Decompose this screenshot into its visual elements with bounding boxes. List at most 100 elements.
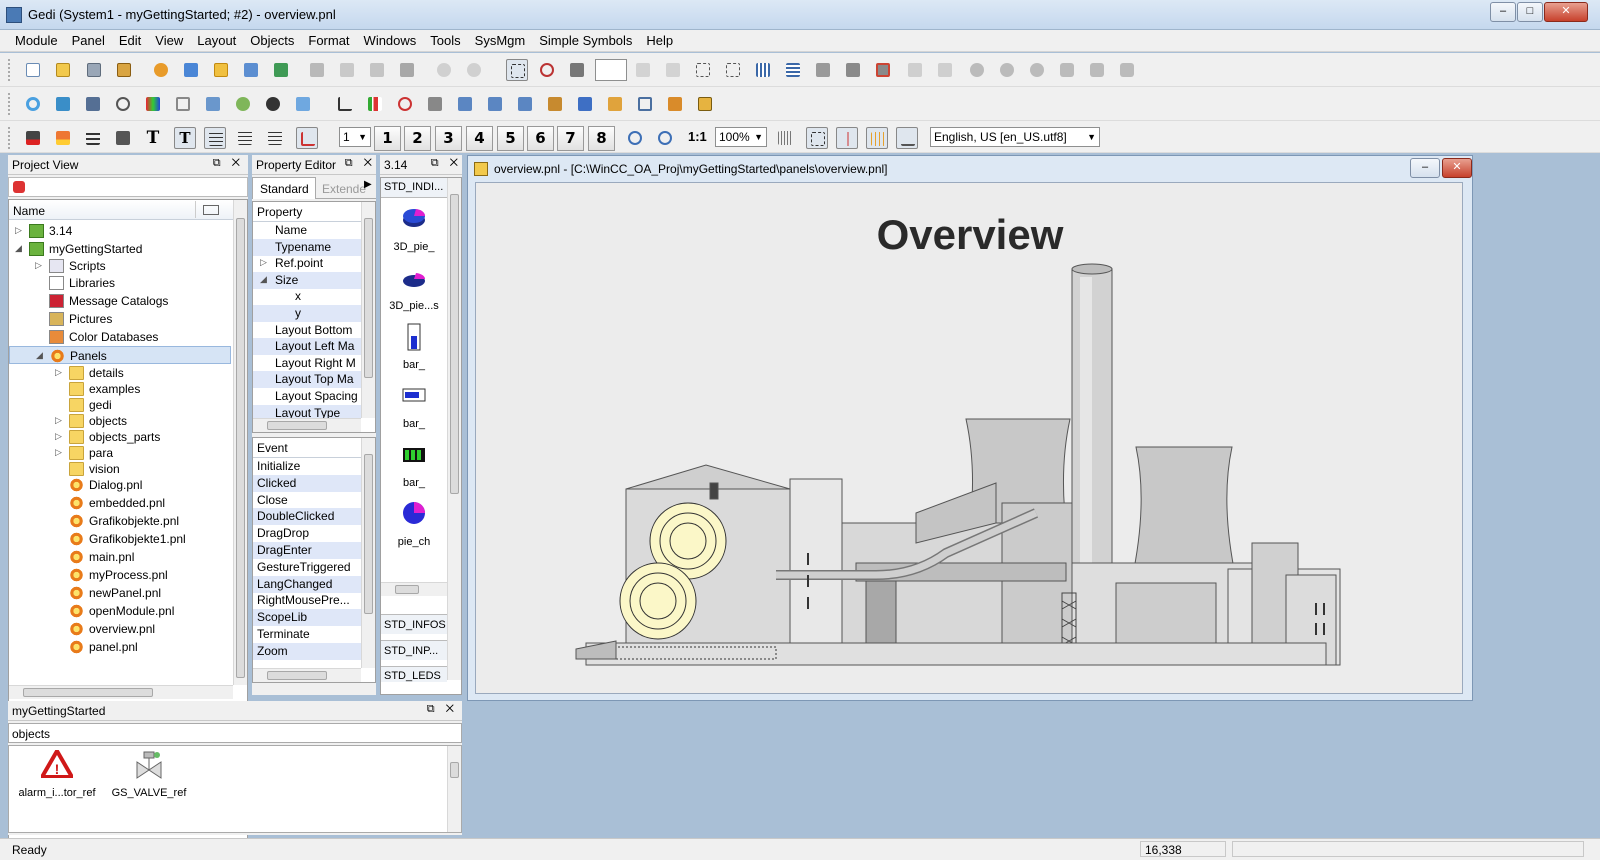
layer-3-button[interactable]: 3: [435, 126, 462, 151]
expand-arrow-icon[interactable]: ▷: [55, 431, 62, 442]
shape-tool-icon[interactable]: [296, 127, 318, 149]
catalog-horizontal-scrollbar[interactable]: [381, 582, 447, 596]
tree-column-header[interactable]: Name: [9, 200, 233, 220]
tree-blue-icon[interactable]: [574, 93, 596, 115]
grid-orange-icon[interactable]: [866, 127, 888, 149]
tree-item-3-14[interactable]: ▷ 3.14: [9, 222, 231, 240]
slider-icon[interactable]: [424, 93, 446, 115]
library-vertical-scrollbar[interactable]: [447, 746, 461, 832]
catalog-group-std-infos[interactable]: STD_INFOS: [381, 614, 447, 634]
catalog-symbol[interactable]: 3D_pie_: [385, 204, 443, 253]
catalog-symbol[interactable]: bar_: [385, 322, 443, 371]
frame-icon[interactable]: [172, 93, 194, 115]
layer-back-icon[interactable]: [996, 59, 1018, 81]
layer-1-button[interactable]: 1: [374, 126, 401, 151]
property-row-layout-left-ma[interactable]: Layout Left Ma: [253, 338, 361, 356]
event-row-clicked[interactable]: Clicked: [253, 474, 361, 492]
layer-top-icon[interactable]: [1086, 59, 1108, 81]
table-object-icon[interactable]: [82, 93, 104, 115]
menu-view[interactable]: View: [148, 30, 190, 51]
property-vertical-scrollbar[interactable]: [361, 202, 375, 418]
property-row-typename[interactable]: Typename: [253, 238, 361, 256]
align-icon[interactable]: [692, 59, 714, 81]
window-object-icon[interactable]: [202, 93, 224, 115]
event-row-zoom[interactable]: Zoom: [253, 642, 361, 660]
scroll-thumb[interactable]: [236, 218, 245, 678]
event-row-doubleclicked[interactable]: DoubleClicked: [253, 508, 361, 526]
layer-6-button[interactable]: 6: [527, 126, 554, 151]
layer-5-button[interactable]: 5: [497, 126, 524, 151]
menu-panel[interactable]: Panel: [65, 30, 112, 51]
catalog-group-std-leds[interactable]: STD_LEDS: [381, 666, 447, 682]
spin-icon[interactable]: [484, 93, 506, 115]
scroll-thumb[interactable]: [450, 762, 459, 778]
property-row-y[interactable]: y: [253, 305, 361, 322]
toolbar-grip[interactable]: [8, 93, 12, 115]
copy-icon[interactable]: [336, 59, 358, 81]
text-tool-icon[interactable]: T: [142, 127, 164, 149]
save-icon[interactable]: [83, 59, 105, 81]
menu-sysmgm[interactable]: SysMgm: [468, 30, 533, 51]
scroll-thumb[interactable]: [395, 585, 419, 594]
open-folder-icon[interactable]: [52, 59, 74, 81]
tree-item-panels[interactable]: ◢ Panels: [9, 346, 231, 364]
maximize-button[interactable]: □: [1517, 2, 1543, 22]
event-row-gesturetriggered[interactable]: GestureTriggered: [253, 559, 361, 576]
tree-item-scripts[interactable]: ▷ Scripts: [9, 257, 231, 275]
property-row-name[interactable]: Name: [253, 222, 361, 239]
event-row-dragenter[interactable]: DragEnter: [253, 542, 361, 559]
menu-simple-symbols[interactable]: Simple Symbols: [532, 30, 639, 51]
tree-item-main-pnl[interactable]: main.pnl: [9, 548, 231, 566]
property-row-layout-spacing[interactable]: Layout Spacing: [253, 388, 361, 405]
clock-icon[interactable]: [112, 93, 134, 115]
catalog-symbol[interactable]: bar_: [385, 440, 443, 489]
grid-dots-icon[interactable]: [774, 127, 796, 149]
catalog-vertical-scrollbar[interactable]: [447, 178, 461, 680]
property-row-layout-top-ma[interactable]: Layout Top Ma: [253, 371, 361, 389]
network-icon[interactable]: [270, 59, 292, 81]
property-row-size[interactable]: ◢ Size: [253, 271, 361, 289]
align-center-icon[interactable]: [234, 127, 256, 149]
flip-vertical-icon[interactable]: [904, 59, 926, 81]
expand-arrow-icon[interactable]: ▷: [260, 257, 267, 268]
library-item-valve[interactable]: GS_VALVE_ref: [105, 750, 193, 806]
scroll-thumb[interactable]: [23, 688, 153, 697]
zoom-reset-button[interactable]: 1:1: [688, 129, 707, 144]
bar-trend-icon[interactable]: [52, 93, 74, 115]
event-row-dragdrop[interactable]: DragDrop: [253, 525, 361, 542]
document-minimize-button[interactable]: –: [1410, 158, 1440, 178]
catalog-symbol[interactable]: pie_ch: [385, 499, 443, 548]
menu-layout[interactable]: Layout: [190, 30, 243, 51]
tree-item-grafikobjekte-pnl[interactable]: Grafikobjekte.pnl: [9, 512, 231, 530]
zoom-select[interactable]: 100% ▼: [715, 127, 767, 147]
line-width-select[interactable]: 1 ▼: [339, 127, 371, 147]
property-row-x[interactable]: x: [253, 288, 361, 305]
line-style-icon[interactable]: [82, 127, 104, 149]
connector-icon[interactable]: [896, 127, 918, 149]
tree-vertical-scrollbar[interactable]: [233, 200, 247, 685]
snap-grid-icon[interactable]: [806, 127, 828, 149]
tree-item-grafikobjekte1-pnl[interactable]: Grafikobjekte1.pnl: [9, 530, 231, 548]
rotate-icon[interactable]: [536, 59, 558, 81]
collapse-arrow-icon[interactable]: ◢: [15, 243, 22, 254]
tree-item-libraries[interactable]: Libraries: [9, 274, 231, 292]
zoom-frame-icon[interactable]: [634, 93, 656, 115]
layer-4-button[interactable]: 4: [466, 126, 493, 151]
redo-icon[interactable]: [463, 59, 485, 81]
event-vertical-scrollbar[interactable]: [361, 438, 375, 668]
layer-7-button[interactable]: 7: [557, 126, 584, 151]
scroll-thumb[interactable]: [364, 218, 373, 378]
menu-help[interactable]: Help: [639, 30, 680, 51]
event-row-scopelib[interactable]: ScopeLib: [253, 609, 361, 627]
fill-color-icon[interactable]: [52, 127, 74, 149]
layer-down-icon[interactable]: [1056, 59, 1078, 81]
tree-item-pictures[interactable]: Pictures: [9, 310, 231, 328]
table-edit-icon[interactable]: [842, 59, 864, 81]
picture-object-icon[interactable]: [292, 93, 314, 115]
menu-module[interactable]: Module: [8, 30, 65, 51]
new-file-icon[interactable]: [22, 59, 44, 81]
database-icon[interactable]: [210, 59, 232, 81]
tree-item-dialog-pnl[interactable]: Dialog.pnl: [9, 476, 231, 494]
text-box-icon[interactable]: T: [174, 127, 196, 149]
crosshair-icon[interactable]: [836, 127, 858, 149]
